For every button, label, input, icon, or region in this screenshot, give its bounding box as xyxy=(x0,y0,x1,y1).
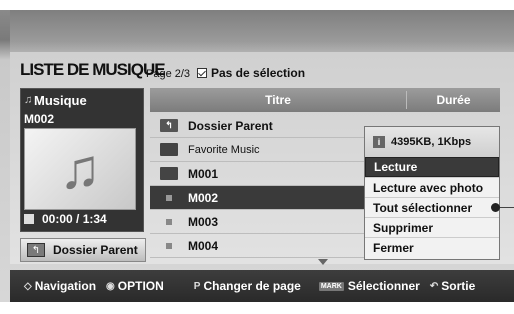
screen: LISTE DE MUSIQUE Page 2/3 Pas de sélecti… xyxy=(0,0,514,314)
music-file-icon xyxy=(166,242,172,249)
page-title: LISTE DE MUSIQUE xyxy=(20,60,166,79)
album-art: ♫ xyxy=(24,128,136,210)
file-info: i 4395KB, 1Kbps xyxy=(365,127,499,157)
bottom-margin xyxy=(0,302,514,314)
menu-item-play[interactable]: Lecture xyxy=(365,157,499,177)
page-info: Page 2/3 xyxy=(146,68,191,80)
checkbox-icon xyxy=(197,68,207,78)
hint-exit-label: Sortie xyxy=(441,279,476,293)
menu-item-play-with-photo[interactable]: Lecture avec photo xyxy=(365,177,499,197)
list-item-name: M003 xyxy=(188,214,219,229)
list-item-name: Favorite Music xyxy=(188,143,260,156)
navigation-icon: ◇ xyxy=(24,280,32,292)
column-duration: Durée xyxy=(436,93,471,107)
stop-icon xyxy=(24,214,34,224)
folder-up-icon: ↰ xyxy=(160,119,178,132)
list-item-name: M001 xyxy=(188,166,219,181)
time-text: 00:00 / 1:34 xyxy=(42,212,107,226)
callout-dot xyxy=(491,203,500,212)
column-title: Titre xyxy=(265,93,291,107)
music-note-icon: ♫ xyxy=(24,94,33,106)
hint-select: MARK Sélectionner xyxy=(318,279,420,293)
mark-key-icon: MARK xyxy=(318,281,344,291)
folder-up-icon: ↰ xyxy=(27,243,45,257)
list-item-name: M002 xyxy=(188,190,219,205)
info-icon: i xyxy=(373,136,385,148)
hint-change-page: P Changer de page xyxy=(194,279,301,293)
music-file-icon xyxy=(166,194,172,201)
parent-folder-button[interactable]: ↰ Dossier Parent xyxy=(20,238,146,262)
hint-change-page-label: Changer de page xyxy=(203,279,301,293)
page-icon: P xyxy=(193,280,201,292)
exit-icon: ↶ xyxy=(429,280,439,292)
music-file-icon xyxy=(166,218,172,225)
playback-time: 00:00 / 1:34 xyxy=(24,210,140,228)
callout-line xyxy=(500,207,514,208)
folder-icon xyxy=(160,143,178,156)
parent-folder-label: Dossier Parent xyxy=(53,243,138,257)
scroll-down-icon[interactable] xyxy=(318,259,328,265)
hint-option-label: OPTION xyxy=(117,279,164,293)
category-label: Musique xyxy=(34,93,87,108)
folder-icon xyxy=(160,167,178,180)
menu-item-delete[interactable]: Supprimer xyxy=(365,217,499,237)
list-header: Titre Durée xyxy=(150,88,500,112)
music-note-icon: ♫ xyxy=(59,137,101,200)
selection-status: Pas de sélection xyxy=(197,66,305,80)
hint-navigation: ◇ Navigation xyxy=(24,279,96,293)
file-info-text: 4395KB, 1Kbps xyxy=(391,136,472,148)
hint-option: ◉ OPTION xyxy=(106,279,164,293)
hint-select-label: Sélectionner xyxy=(347,279,420,293)
hint-navigation-label: Navigation xyxy=(34,279,97,293)
option-icon: ◉ xyxy=(106,280,115,292)
hint-exit: ↶ Sortie xyxy=(430,279,475,293)
menu-item-close[interactable]: Fermer xyxy=(365,237,499,257)
list-item-name: Dossier Parent xyxy=(188,118,273,133)
option-popup: i 4395KB, 1Kbps Lecture Lecture avec pho… xyxy=(364,126,500,260)
menu-item-select-all[interactable]: Tout sélectionner xyxy=(365,197,499,217)
bottom-help-bar: ◇ Navigation ◉ OPTION P Changer de page … xyxy=(10,270,514,302)
selection-status-label: Pas de sélection xyxy=(211,66,306,80)
list-item-name: M004 xyxy=(188,238,219,253)
current-file-name: M002 xyxy=(24,112,55,126)
